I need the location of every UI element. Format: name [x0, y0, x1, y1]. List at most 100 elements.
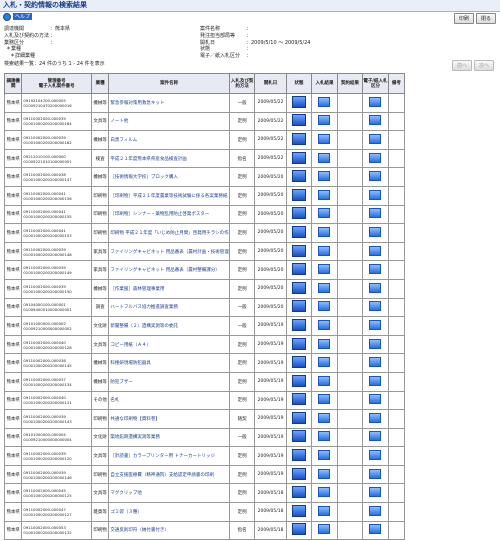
status-icon[interactable]: [291, 263, 306, 276]
status-icon[interactable]: [291, 430, 306, 443]
result-icon[interactable]: [318, 394, 331, 405]
result-icon[interactable]: [318, 450, 331, 461]
electronic-icon[interactable]: [369, 152, 382, 163]
cell-result[interactable]: [311, 353, 338, 373]
cell-electronic[interactable]: [362, 167, 389, 187]
cell-result[interactable]: [311, 111, 338, 132]
cell-name-link[interactable]: ハートフルバス協力推進調査業務: [108, 297, 230, 318]
cell-result[interactable]: [311, 520, 338, 541]
cell-status[interactable]: [285, 241, 313, 262]
cell-electronic[interactable]: [362, 334, 389, 355]
cell-electronic[interactable]: [362, 297, 389, 318]
cell-result[interactable]: [311, 464, 338, 485]
cell-name-link[interactable]: 名札: [108, 390, 230, 411]
status-icon[interactable]: [291, 467, 306, 480]
status-icon[interactable]: [291, 170, 306, 183]
cell-result[interactable]: [311, 334, 338, 355]
electronic-icon[interactable]: [369, 524, 382, 535]
cell-name-link[interactable]: ［技術情報大学校］ブロック購入: [108, 167, 230, 187]
result-icon[interactable]: [318, 319, 331, 330]
status-icon[interactable]: [291, 95, 306, 108]
cell-electronic[interactable]: [362, 260, 389, 280]
cell-electronic[interactable]: [362, 483, 389, 504]
print-button[interactable]: 印刷: [453, 13, 474, 24]
status-icon[interactable]: [291, 318, 306, 331]
cell-name-link[interactable]: 自立支援医療費（精神通院）支給認定申請書の印刷: [108, 464, 230, 485]
status-icon[interactable]: [291, 225, 306, 238]
cell-result[interactable]: [311, 297, 338, 318]
result-icon[interactable]: [318, 282, 331, 293]
cell-name-link[interactable]: ［作業服］森林管理事業用: [108, 278, 230, 299]
cell-electronic[interactable]: [362, 223, 389, 243]
cell-status[interactable]: [285, 93, 313, 113]
prev-button[interactable]: 前へ: [451, 60, 472, 71]
cell-name-link[interactable]: 平成２１年度熊本県県産食品検査計画: [108, 148, 230, 169]
result-icon[interactable]: [318, 96, 331, 107]
cell-name-link[interactable]: ノート他: [108, 111, 230, 132]
cell-electronic[interactable]: [362, 278, 389, 299]
cell-result[interactable]: [311, 260, 338, 280]
help-link[interactable]: ヘルプ: [13, 13, 33, 20]
status-icon[interactable]: [291, 486, 306, 499]
cell-status[interactable]: [285, 148, 313, 169]
status-icon[interactable]: [291, 411, 306, 424]
status-icon[interactable]: [291, 207, 306, 220]
electronic-icon[interactable]: [369, 264, 382, 275]
cell-status[interactable]: [285, 260, 313, 280]
status-icon[interactable]: [291, 244, 306, 257]
cell-result[interactable]: [311, 278, 338, 299]
cell-name-link[interactable]: 新聞整備（２）遺構実測等の委託: [108, 316, 230, 336]
result-icon[interactable]: [318, 226, 331, 237]
cell-result[interactable]: [311, 223, 338, 243]
cell-result[interactable]: [311, 390, 338, 411]
cell-status[interactable]: [285, 223, 313, 243]
electronic-icon[interactable]: [369, 301, 382, 312]
cell-name-link[interactable]: 科捜研現場防犯器具: [108, 353, 230, 373]
cell-result[interactable]: [311, 241, 338, 262]
cell-status[interactable]: [285, 185, 313, 206]
cell-electronic[interactable]: [362, 241, 389, 262]
close-button[interactable]: 閉る: [475, 13, 496, 24]
result-icon[interactable]: [318, 115, 331, 126]
cell-result[interactable]: [311, 167, 338, 187]
result-icon[interactable]: [318, 264, 331, 275]
cell-name-link[interactable]: マグクリップ他: [108, 483, 230, 504]
cell-electronic[interactable]: [362, 446, 389, 466]
electronic-icon[interactable]: [369, 505, 382, 516]
electronic-icon[interactable]: [369, 282, 382, 293]
result-icon[interactable]: [318, 301, 331, 312]
cell-name-link[interactable]: 共通な印刷物【資料巻】: [108, 409, 230, 429]
status-icon[interactable]: [291, 114, 306, 127]
status-icon[interactable]: [291, 393, 306, 406]
cell-status[interactable]: [285, 334, 313, 355]
cell-electronic[interactable]: [362, 427, 389, 448]
electronic-icon[interactable]: [369, 96, 382, 107]
cell-status[interactable]: [285, 446, 313, 466]
electronic-icon[interactable]: [369, 171, 382, 182]
cell-electronic[interactable]: [362, 464, 389, 485]
cell-status[interactable]: [285, 427, 313, 448]
electronic-icon[interactable]: [369, 189, 382, 200]
cell-status[interactable]: [285, 390, 313, 411]
status-icon[interactable]: [291, 374, 306, 387]
cell-name-link[interactable]: 緊急参報対策用救急キット: [108, 93, 230, 113]
cell-electronic[interactable]: [362, 316, 389, 336]
status-icon[interactable]: [291, 188, 306, 201]
cell-electronic[interactable]: [362, 185, 389, 206]
cell-electronic[interactable]: [362, 409, 389, 429]
result-icon[interactable]: [318, 468, 331, 479]
cell-name-link[interactable]: 防犯ブザー: [108, 371, 230, 392]
result-icon[interactable]: [318, 208, 331, 219]
electronic-icon[interactable]: [369, 115, 382, 126]
electronic-icon[interactable]: [369, 431, 382, 442]
status-icon[interactable]: [291, 504, 306, 517]
cell-status[interactable]: [285, 371, 313, 392]
result-icon[interactable]: [318, 412, 331, 423]
cell-result[interactable]: [311, 316, 338, 336]
cell-result[interactable]: [311, 185, 338, 206]
result-icon[interactable]: [318, 171, 331, 182]
cell-status[interactable]: [285, 409, 313, 429]
cell-electronic[interactable]: [362, 204, 389, 225]
cell-electronic[interactable]: [362, 371, 389, 392]
result-icon[interactable]: [318, 505, 331, 516]
